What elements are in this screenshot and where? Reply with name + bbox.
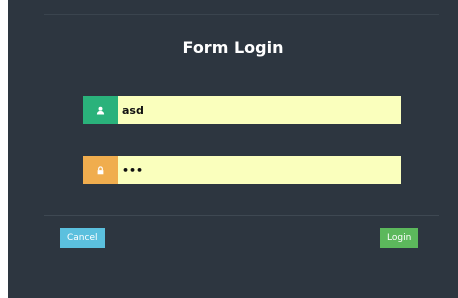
password-input[interactable] bbox=[118, 156, 401, 184]
login-button[interactable]: Login bbox=[380, 228, 419, 248]
user-icon bbox=[83, 96, 118, 124]
username-group bbox=[83, 96, 401, 124]
top-rule bbox=[44, 14, 439, 15]
username-input[interactable] bbox=[118, 96, 401, 124]
form-title: Form Login bbox=[182, 38, 284, 57]
password-group bbox=[83, 156, 401, 184]
footer-divider bbox=[44, 215, 439, 216]
login-panel: Form Login Cancel Login bbox=[8, 0, 458, 298]
cancel-button[interactable]: Cancel bbox=[60, 228, 105, 248]
lock-icon bbox=[83, 156, 118, 184]
